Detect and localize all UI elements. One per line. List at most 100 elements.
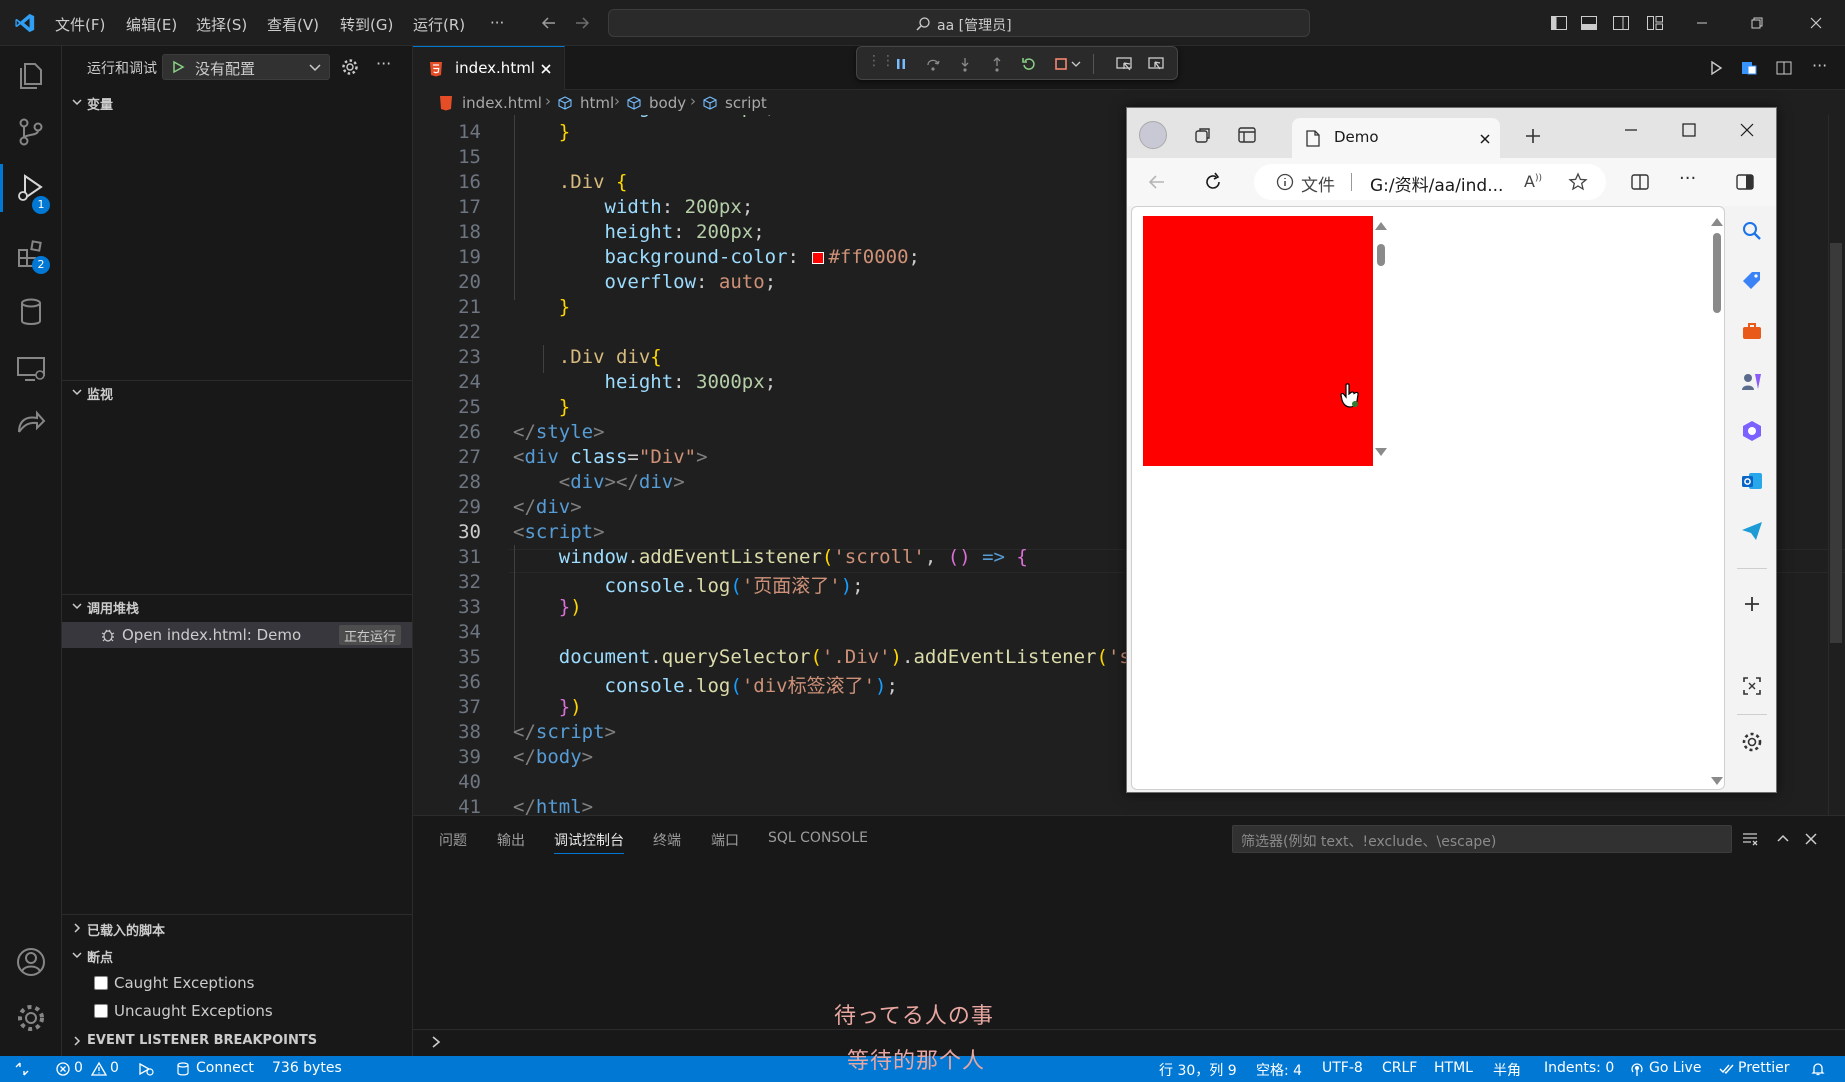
browser-minimize-icon[interactable] (1623, 122, 1639, 138)
indents-count[interactable]: Indents: 0 (1544, 1060, 1614, 1076)
line-number[interactable]: 32 (413, 571, 481, 593)
line-number[interactable]: 17 (413, 196, 481, 218)
editor-vertical-scrollbar[interactable] (1828, 115, 1842, 815)
address-url[interactable]: G:/资料/aa/ind... (1370, 171, 1503, 196)
code-line[interactable]: overflow: auto; (513, 271, 777, 293)
live-share-icon[interactable] (13, 406, 49, 442)
line-number[interactable]: 35 (413, 646, 481, 668)
debug-settings-gear-icon[interactable] (341, 58, 359, 76)
close-tab-icon[interactable] (539, 62, 553, 76)
open-devtools-icon[interactable] (1147, 55, 1165, 73)
notifications-bell-icon[interactable] (1810, 1061, 1826, 1077)
breadcrumb-script[interactable]: script (725, 94, 767, 112)
scrollbar-thumb[interactable] (1830, 243, 1842, 643)
browser-page-viewport[interactable] (1131, 206, 1725, 790)
line-number[interactable]: 14 (413, 121, 481, 143)
step-out-icon[interactable] (989, 56, 1005, 72)
command-center-search[interactable]: aa [管理员] (608, 9, 1310, 37)
accounts-icon[interactable] (13, 944, 49, 980)
browser-close-icon[interactable] (1739, 122, 1755, 138)
console-input-chevron-icon[interactable] (429, 1035, 443, 1049)
explorer-icon[interactable] (13, 58, 49, 94)
toggle-sidebar-icon[interactable] (1550, 14, 1568, 32)
width-mode[interactable]: 半角 (1493, 1060, 1521, 1080)
line-number[interactable]: 34 (413, 621, 481, 643)
debug-config-select[interactable]: 没有配置 (162, 54, 330, 80)
line-ending[interactable]: CRLF (1382, 1060, 1417, 1076)
outlook-icon[interactable] (1740, 469, 1764, 493)
code-line[interactable]: document.querySelector('.Div').addEventL… (513, 646, 1211, 668)
line-number[interactable]: 19 (413, 246, 481, 268)
connect-label[interactable]: Connect (196, 1060, 254, 1076)
editor-more-actions-icon[interactable]: ··· (1812, 56, 1827, 75)
browser-maximize-icon[interactable] (1681, 122, 1697, 138)
sidebar-settings-gear-icon[interactable] (1740, 730, 1764, 754)
restore-icon[interactable] (1748, 14, 1766, 32)
games-icon[interactable] (1740, 369, 1764, 393)
menu-run[interactable]: 运行(R) (413, 14, 465, 35)
workspaces-icon[interactable] (1193, 125, 1213, 145)
line-number[interactable]: 23 (413, 346, 481, 368)
vscode-logo-icon[interactable] (14, 12, 36, 34)
code-line[interactable]: height: 200px; (513, 221, 765, 243)
code-line[interactable]: height: 3000px; (513, 371, 777, 393)
line-number[interactable]: 40 (413, 771, 481, 793)
loaded-scripts-section-header[interactable]: 已载入的脚本 (62, 918, 412, 940)
tab-debug-console[interactable]: 调试控制台 (554, 830, 624, 850)
pause-icon[interactable] (893, 56, 909, 72)
add-sidebar-app-icon[interactable] (1740, 592, 1764, 616)
line-number[interactable]: 13 (413, 115, 481, 118)
line-number[interactable]: 21 (413, 296, 481, 318)
callstack-section-header[interactable]: 调用堆栈 (62, 596, 412, 618)
read-aloud-icon[interactable]: A)) (1524, 172, 1542, 191)
code-line[interactable]: <script> (513, 521, 605, 543)
tab-terminal[interactable]: 终端 (653, 830, 681, 850)
console-filter-input[interactable]: 筛选器(例如 text、!exclude、\escape) (1232, 825, 1732, 853)
close-browser-tab-icon[interactable] (1478, 132, 1492, 146)
menu-view[interactable]: 查看(V) (267, 14, 319, 35)
drag-handle-icon[interactable]: ⋮⋮ (867, 53, 895, 69)
settings-gear-icon[interactable] (13, 1000, 49, 1036)
language-mode[interactable]: HTML (1434, 1060, 1473, 1076)
code-line[interactable]: height: 3000px; (513, 115, 777, 118)
code-line[interactable]: </div> (513, 496, 582, 518)
code-line[interactable]: width: 200px; (513, 196, 754, 218)
code-line[interactable]: <div></div> (513, 471, 685, 493)
go-live-button[interactable]: Go Live (1649, 1060, 1701, 1076)
close-window-icon[interactable] (1807, 14, 1825, 32)
tab-ports[interactable]: 端口 (711, 830, 739, 850)
send-paper-plane-icon[interactable] (1740, 519, 1764, 543)
step-over-icon[interactable] (925, 56, 941, 72)
breadcrumb-file[interactable]: index.html (462, 94, 542, 112)
div-scrollbar-thumb[interactable] (1377, 244, 1385, 266)
code-line[interactable]: background-color: #ff0000; (513, 246, 920, 268)
forward-arrow-icon[interactable] (573, 14, 591, 32)
browser-tab-demo[interactable]: Demo (1292, 118, 1500, 158)
line-number[interactable]: 26 (413, 421, 481, 443)
code-line[interactable]: }) (513, 696, 582, 718)
callstack-item[interactable]: Open index.html: Demo 正在运行 (62, 622, 412, 648)
breadcrumb-body[interactable]: body (649, 94, 686, 112)
tab-actions-icon[interactable] (1237, 125, 1257, 145)
line-number[interactable]: 28 (413, 471, 481, 493)
source-control-icon[interactable] (13, 114, 49, 150)
tools-briefcase-icon[interactable] (1740, 319, 1764, 343)
event-listener-breakpoints-header[interactable]: EVENT LISTENER BREAKPOINTS (62, 1031, 412, 1053)
breakpoint-uncaught-exceptions[interactable]: Uncaught Exceptions (94, 1001, 394, 1023)
breakpoint-caught-exceptions[interactable]: Caught Exceptions (94, 973, 394, 995)
more-actions-icon[interactable]: ··· (376, 54, 391, 73)
close-panel-icon[interactable] (1803, 831, 1819, 847)
line-number[interactable]: 20 (413, 271, 481, 293)
code-line[interactable]: console.log('div标签滚了'); (513, 671, 898, 698)
menu-more[interactable]: ··· (490, 14, 504, 32)
tab-output[interactable]: 输出 (497, 830, 525, 850)
step-into-icon[interactable] (957, 56, 973, 72)
code-line[interactable]: } (513, 396, 570, 418)
stop-dropdown-chevron-icon[interactable] (1071, 60, 1081, 68)
inspect-screen-icon[interactable] (1115, 55, 1133, 73)
watch-section-header[interactable]: 监视 (62, 382, 412, 404)
clear-console-icon[interactable] (1741, 831, 1759, 847)
code-line[interactable]: }) (513, 596, 582, 618)
run-file-icon[interactable] (1708, 60, 1724, 76)
code-line[interactable]: </body> (513, 746, 593, 768)
